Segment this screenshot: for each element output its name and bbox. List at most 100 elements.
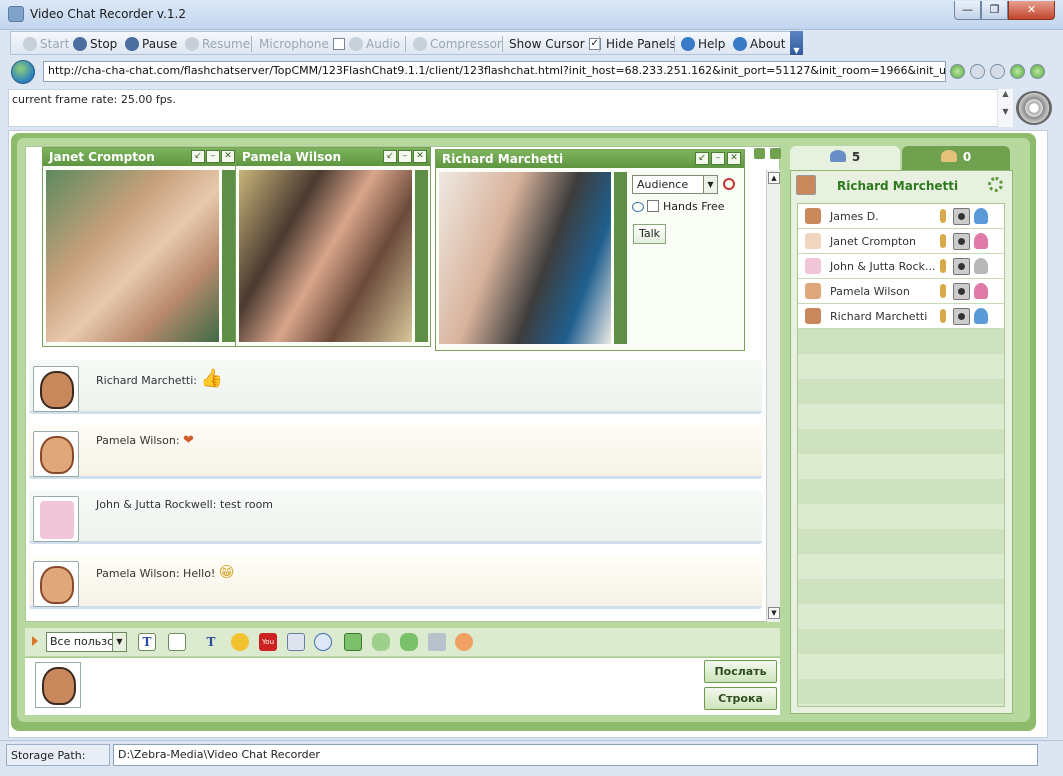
globe-icon xyxy=(11,60,35,84)
avatar xyxy=(33,561,79,607)
user-row[interactable]: James D. xyxy=(798,204,1004,229)
resume-icon xyxy=(185,36,199,51)
message-scrollbar[interactable]: ▲ ▼ xyxy=(766,170,780,622)
restore-icon[interactable]: ↙ xyxy=(383,150,397,163)
forward-icon[interactable] xyxy=(990,64,1005,79)
hide-panels-button[interactable]: Hide Panels xyxy=(606,35,676,52)
pen-icon[interactable] xyxy=(168,633,186,651)
video-window[interactable]: Richard Marchetti ↙ – ✕ Audience ▼ Hands … xyxy=(435,149,745,351)
about-button[interactable]: About xyxy=(733,35,785,52)
minimize-button[interactable]: — xyxy=(954,1,981,20)
audience-select[interactable]: Audience ▼ xyxy=(632,175,718,194)
webcam-icon[interactable] xyxy=(953,233,970,250)
user-row[interactable]: Pamela Wilson xyxy=(798,279,1004,304)
close-icon[interactable]: ✕ xyxy=(727,152,741,165)
send-file-icon[interactable] xyxy=(344,633,362,651)
edit-icon[interactable] xyxy=(287,633,305,651)
youtube-icon[interactable]: You xyxy=(259,633,277,651)
gear-icon[interactable] xyxy=(988,177,1003,192)
invite-icon[interactable] xyxy=(400,633,418,651)
champagne-icon xyxy=(40,501,74,539)
user-icon xyxy=(974,233,988,249)
expand-arrow-icon[interactable] xyxy=(32,636,38,646)
tools-icon[interactable] xyxy=(428,633,446,651)
restore-icon[interactable]: ↙ xyxy=(191,150,205,163)
start-label: Start xyxy=(40,36,70,51)
smiley-icon[interactable] xyxy=(231,633,249,651)
stop-load-icon[interactable] xyxy=(1010,64,1025,79)
webcam-icon[interactable] xyxy=(953,208,970,225)
close-icon[interactable]: ✕ xyxy=(413,150,427,163)
microphone-icon xyxy=(940,284,946,298)
webcam-icon[interactable] xyxy=(953,283,970,300)
send-button[interactable]: Послать xyxy=(704,660,777,683)
audio-label: Audio xyxy=(366,36,401,51)
recipient-select[interactable]: Все пользс ▼ xyxy=(46,632,127,652)
recorder-toolbar: Start Stop Pause Resume Microphone Audio… xyxy=(10,31,803,55)
palette-icon[interactable] xyxy=(455,633,473,651)
info-scrollbar[interactable]: ▲ ▼ xyxy=(997,89,1013,127)
scroll-up-icon[interactable]: ▲ xyxy=(768,172,780,184)
microphone-icon xyxy=(940,259,946,273)
go-icon[interactable] xyxy=(950,64,965,79)
user-row[interactable]: Richard Marchetti xyxy=(798,304,1004,329)
chat-message: Pamela Wilson: Hello! 😁 xyxy=(29,555,762,609)
show-cursor-toggle[interactable]: Show Cursor ✓ xyxy=(509,35,601,52)
storage-path-input[interactable]: D:\Zebra-Media\Video Chat Recorder xyxy=(113,744,1038,766)
user-row[interactable]: John & Jutta Rock... xyxy=(798,254,1004,279)
talk-button[interactable]: Talk xyxy=(633,224,666,244)
toolbar-divider xyxy=(251,36,252,52)
thumbs-up-icon: 👍 xyxy=(200,368,223,389)
maximize-button[interactable]: ❐ xyxy=(981,1,1008,20)
toolbar-divider xyxy=(405,36,406,52)
avatar-face xyxy=(40,436,74,474)
tab-rooms[interactable]: 0 xyxy=(902,146,1010,170)
microphone-toggle[interactable]: Microphone xyxy=(259,35,345,52)
current-user-row: Richard Marchetti xyxy=(796,173,1006,199)
url-input[interactable]: http://cha-cha-chat.com/flashchatserver/… xyxy=(43,61,946,82)
panel-pin-icon[interactable] xyxy=(754,148,765,159)
minimize-icon[interactable]: – xyxy=(206,150,220,163)
video-window[interactable]: Pamela Wilson ↙ – ✕ xyxy=(235,147,431,347)
close-button[interactable]: ✕ xyxy=(1008,1,1055,20)
compose-area[interactable] xyxy=(25,657,780,715)
stop-button[interactable]: Stop xyxy=(73,35,117,52)
webcam-icon[interactable] xyxy=(953,308,970,325)
start-button[interactable]: Start xyxy=(23,35,69,52)
download-icon[interactable] xyxy=(1030,64,1045,79)
panel-expand-icon[interactable] xyxy=(770,148,781,159)
user-row[interactable]: Janet Crompton xyxy=(798,229,1004,254)
webcam-icon[interactable] xyxy=(953,258,970,275)
minimize-icon[interactable]: – xyxy=(711,152,725,165)
text-color-icon[interactable]: T xyxy=(202,633,220,651)
avatar-face xyxy=(42,667,76,705)
hands-free-checkbox[interactable] xyxy=(647,200,659,212)
add-contact-icon[interactable] xyxy=(372,633,390,651)
line-button[interactable]: Строка xyxy=(704,687,777,710)
toolbar-overflow-chevron[interactable]: ▼ xyxy=(790,31,803,55)
help-button[interactable]: Help xyxy=(681,35,725,52)
audio-button[interactable]: Audio xyxy=(349,35,400,52)
font-style-icon[interactable]: T xyxy=(138,633,156,651)
message-text: Pamela Wilson: ❤ xyxy=(96,433,194,448)
block-icon[interactable] xyxy=(723,178,735,190)
avatar[interactable] xyxy=(796,175,816,195)
back-icon[interactable] xyxy=(970,64,985,79)
stop-label: Stop xyxy=(90,36,118,51)
close-icon[interactable]: ✕ xyxy=(221,150,235,163)
scroll-down-icon[interactable]: ▼ xyxy=(768,607,780,619)
tab-users[interactable]: 5 xyxy=(790,146,900,170)
pause-button[interactable]: Pause xyxy=(125,35,177,52)
webcam-video xyxy=(239,170,412,342)
phone-icon[interactable] xyxy=(314,633,332,651)
video-volume-bar[interactable] xyxy=(614,172,627,344)
microphone-checkbox[interactable] xyxy=(332,37,345,50)
minimize-icon[interactable]: – xyxy=(398,150,412,163)
microphone-icon xyxy=(940,309,946,323)
restore-icon[interactable]: ↙ xyxy=(695,152,709,165)
compressor-button[interactable]: Compressor xyxy=(413,35,502,52)
video-volume-bar[interactable] xyxy=(222,170,235,342)
resume-button[interactable]: Resume xyxy=(185,35,250,52)
video-volume-bar[interactable] xyxy=(415,170,428,342)
video-window[interactable]: Janet Crompton ↙ – ✕ xyxy=(42,147,238,347)
